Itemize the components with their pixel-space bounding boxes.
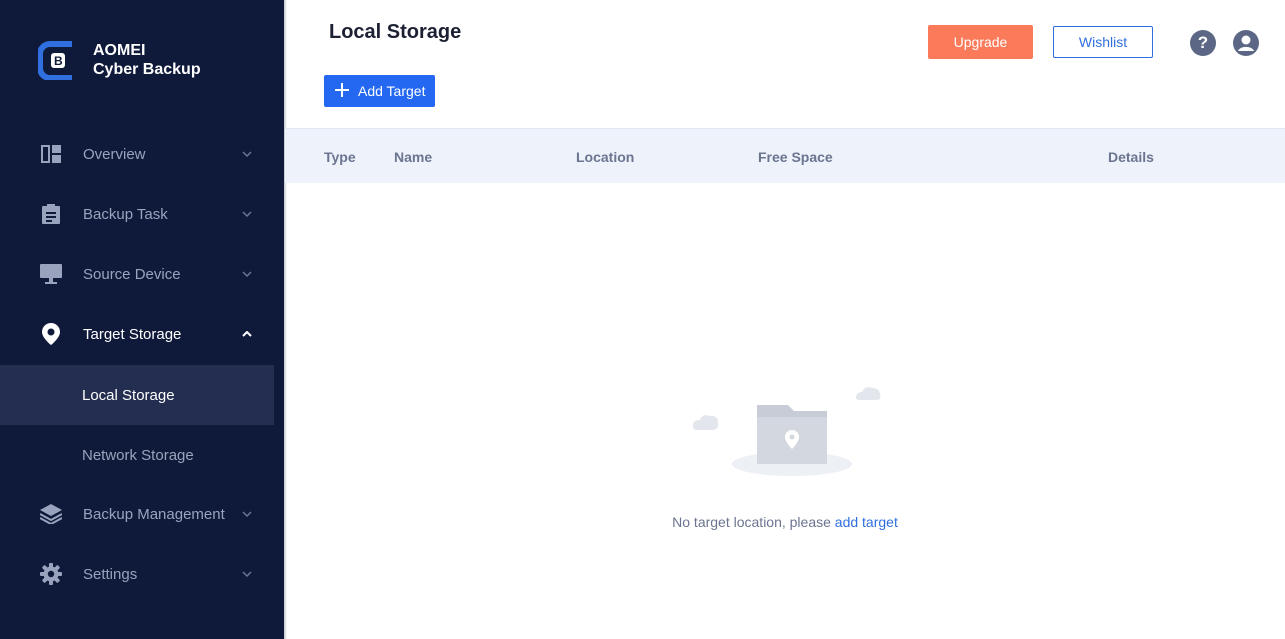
- chevron-down-icon: [241, 568, 253, 580]
- wishlist-button[interactable]: Wishlist: [1053, 26, 1153, 58]
- sidebar: B AOMEI Cyber Backup Overview Backup Tas…: [0, 0, 284, 639]
- brand-logo-icon: B: [37, 40, 78, 81]
- sidebar-item-label: Overview: [83, 145, 146, 163]
- chevron-down-icon: [241, 268, 253, 280]
- add-target-label: Add Target: [358, 83, 426, 99]
- empty-folder-illustration: [690, 380, 885, 480]
- chevron-down-icon: [241, 148, 253, 160]
- empty-state-message: No target location, please add target: [0, 514, 1285, 530]
- sidebar-item-label: Target Storage: [83, 325, 182, 343]
- brand-line-1: AOMEI: [93, 42, 146, 59]
- app-logo: B AOMEI Cyber Backup: [37, 40, 201, 81]
- column-header-name[interactable]: Name: [394, 149, 432, 165]
- brand-line-2: Cyber Backup: [93, 61, 201, 78]
- plus-icon: [335, 83, 349, 97]
- dashboard-icon: [40, 143, 62, 165]
- upgrade-button[interactable]: Upgrade: [928, 25, 1033, 59]
- column-header-details[interactable]: Details: [1108, 149, 1154, 165]
- gear-icon: [40, 563, 62, 585]
- sidebar-item-label: Backup Task: [83, 205, 168, 223]
- sidebar-subitem-local-storage[interactable]: Local Storage: [0, 365, 274, 425]
- sidebar-item-backup-task[interactable]: Backup Task: [0, 184, 284, 244]
- brand-name: AOMEI Cyber Backup: [93, 41, 201, 79]
- sidebar-shadow: [284, 0, 287, 639]
- table-header: Type Name Location Free Space Details: [285, 128, 1285, 183]
- sidebar-item-label: Settings: [83, 565, 138, 583]
- page-title: Local Storage: [329, 21, 462, 43]
- sidebar-item-label: Source Device: [83, 265, 181, 283]
- empty-state-text: No target location, please: [672, 514, 831, 530]
- column-header-type[interactable]: Type: [324, 149, 356, 165]
- svg-text:B: B: [54, 54, 63, 68]
- sidebar-item-source-device[interactable]: Source Device: [0, 244, 284, 304]
- sidebar-subitem-label: Network Storage: [82, 446, 194, 464]
- column-header-free-space[interactable]: Free Space: [758, 149, 833, 165]
- location-pin-icon: [40, 323, 62, 345]
- chevron-up-icon: [241, 328, 253, 340]
- sidebar-subitem-label: Local Storage: [82, 386, 175, 404]
- add-target-button[interactable]: Add Target: [324, 75, 435, 107]
- column-header-location[interactable]: Location: [576, 149, 634, 165]
- chevron-down-icon: [241, 208, 253, 220]
- help-icon[interactable]: ?: [1190, 30, 1216, 56]
- add-target-link[interactable]: add target: [835, 514, 898, 530]
- monitor-icon: [40, 263, 62, 285]
- sidebar-item-overview[interactable]: Overview: [0, 124, 284, 184]
- sidebar-item-settings[interactable]: Settings: [0, 544, 284, 604]
- sidebar-item-target-storage[interactable]: Target Storage: [0, 304, 284, 364]
- clipboard-icon: [40, 203, 62, 225]
- sidebar-subitem-network-storage[interactable]: Network Storage: [0, 425, 274, 485]
- user-account-icon[interactable]: [1233, 30, 1259, 56]
